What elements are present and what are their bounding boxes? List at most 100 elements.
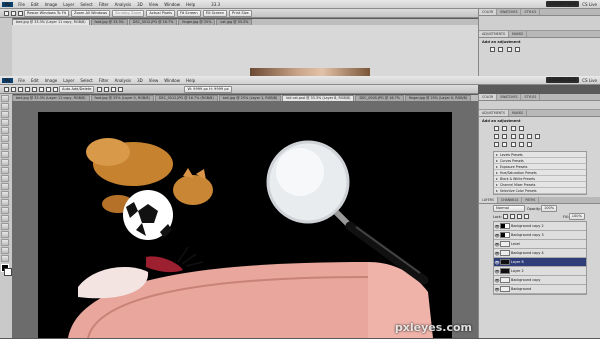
- layer-row[interactable]: 👁 Layer 2: [494, 267, 586, 276]
- exposure-icon-main[interactable]: [518, 126, 524, 131]
- blend-mode-select[interactable]: Normal: [493, 205, 525, 212]
- threshold-icon[interactable]: [510, 142, 516, 147]
- fill-field[interactable]: 100%: [568, 213, 585, 220]
- channels-tab[interactable]: CHANNELS: [498, 197, 523, 203]
- invert-icon[interactable]: [494, 142, 499, 147]
- channel-mixer-icon[interactable]: [535, 134, 541, 139]
- 3d-rotate-tool[interactable]: [1, 239, 9, 246]
- workspace-button-main[interactable]: ESSENTIALS: [546, 77, 580, 83]
- layer-row[interactable]: 👁 Background copy: [494, 276, 586, 285]
- black-white-icon[interactable]: [518, 134, 524, 139]
- menu-file-main[interactable]: File: [15, 78, 28, 83]
- adjustments-tab-main[interactable]: ADJUSTMENTS: [479, 110, 509, 116]
- lock-position-icon[interactable]: [516, 214, 522, 219]
- gradient-tool[interactable]: [1, 183, 9, 190]
- layer-row[interactable]: 👁 Background: [494, 285, 586, 294]
- print-size-button[interactable]: Print Size: [228, 9, 252, 17]
- actual-pixels-button[interactable]: Actual Pixels: [146, 9, 175, 17]
- menu-view-main[interactable]: View: [146, 78, 162, 83]
- healing-tool[interactable]: [1, 143, 9, 150]
- eyedropper-tool[interactable]: [1, 135, 9, 142]
- path-select-tool[interactable]: [1, 223, 9, 230]
- dimension-readout[interactable]: W: 9999 px H: 9999 px: [184, 85, 232, 93]
- layers-tab[interactable]: LAYERS: [479, 197, 498, 203]
- menu-filter[interactable]: Filter: [96, 2, 112, 7]
- menu-select[interactable]: Select: [77, 2, 95, 7]
- zoom-tool[interactable]: [1, 255, 9, 262]
- path-subtract-icon[interactable]: [104, 86, 110, 92]
- brightness-icon[interactable]: [490, 47, 495, 52]
- path-add-icon[interactable]: [97, 86, 103, 92]
- paths-icon[interactable]: [18, 86, 23, 92]
- layer-row[interactable]: 👁 Level: [494, 240, 586, 249]
- zoom-in-icon[interactable]: [11, 10, 16, 16]
- swatches-tab-main[interactable]: SWATCHES: [497, 94, 522, 100]
- menu-image[interactable]: Image: [42, 2, 61, 7]
- swatches-tab[interactable]: SWATCHES: [497, 9, 522, 15]
- shape-tool[interactable]: [1, 231, 9, 238]
- zoom-readout[interactable]: 33.3: [208, 2, 223, 7]
- menu-window-main[interactable]: Window: [161, 78, 183, 83]
- menu-3d-main[interactable]: 3D: [134, 78, 146, 83]
- menu-analysis-main[interactable]: Analysis: [112, 78, 134, 83]
- layer-row-selected[interactable]: 👁 Layer 8: [494, 258, 586, 267]
- menu-select-main[interactable]: Select: [77, 78, 95, 83]
- history-brush-tool[interactable]: [1, 167, 9, 174]
- menu-edit-main[interactable]: Edit: [28, 78, 42, 83]
- photo-filter-icon[interactable]: [527, 134, 533, 139]
- freeform-pen-icon[interactable]: [39, 86, 44, 92]
- menu-help-main[interactable]: Help: [183, 78, 198, 83]
- vibrance-icon[interactable]: [494, 134, 499, 139]
- path-exclude-icon[interactable]: [118, 86, 124, 92]
- quick-select-tool[interactable]: [1, 119, 9, 126]
- marquee-tool[interactable]: [1, 103, 9, 110]
- opacity-field[interactable]: 100%: [540, 205, 558, 212]
- zoom-out-icon[interactable]: [18, 10, 23, 16]
- menu-file[interactable]: File: [15, 2, 28, 7]
- menu-edit[interactable]: Edit: [28, 2, 42, 7]
- fill-pixels-icon[interactable]: [25, 86, 30, 92]
- selective-color-icon[interactable]: [527, 142, 533, 147]
- lasso-tool[interactable]: [1, 111, 9, 118]
- menu-3d[interactable]: 3D: [134, 2, 146, 7]
- type-tool[interactable]: [1, 215, 9, 222]
- document-canvas[interactable]: [38, 112, 452, 339]
- adjustments-tab[interactable]: ADJUSTMENTS: [479, 31, 509, 37]
- lock-all-icon[interactable]: [523, 214, 529, 219]
- posterize-icon[interactable]: [502, 142, 508, 147]
- menu-help[interactable]: Help: [183, 2, 198, 7]
- zoom-all-windows-checkbox[interactable]: Zoom All Windows: [70, 9, 111, 17]
- menu-layer[interactable]: Layer: [60, 2, 77, 7]
- lock-transparent-icon[interactable]: [502, 214, 508, 219]
- path-intersect-icon[interactable]: [111, 86, 117, 92]
- layer-row[interactable]: 👁 Background copy 3: [494, 231, 586, 240]
- layer-row[interactable]: 👁 Background copy 2: [494, 222, 586, 231]
- pen-icon[interactable]: [32, 86, 37, 92]
- fill-screen-button[interactable]: Fill Screen: [202, 9, 227, 17]
- curves-icon[interactable]: [506, 47, 512, 52]
- brush-tool[interactable]: [1, 151, 9, 158]
- masks-tab-main[interactable]: MASKS: [509, 110, 528, 116]
- shape-layers-icon[interactable]: [11, 86, 16, 92]
- pen-tool[interactable]: [1, 207, 9, 214]
- resize-windows-checkbox[interactable]: Resize Windows To Fit: [24, 9, 69, 17]
- styles-tab[interactable]: STYLES: [521, 9, 541, 15]
- menu-analysis[interactable]: Analysis: [112, 2, 134, 7]
- paths-tab[interactable]: PATHS: [522, 197, 540, 203]
- clone-stamp-tool[interactable]: [1, 159, 9, 166]
- color-balance-icon[interactable]: [510, 134, 516, 139]
- canvas-area[interactable]: pxleyes.com: [12, 101, 478, 339]
- blur-tool[interactable]: [1, 191, 9, 198]
- cs-live-button[interactable]: CS Live: [579, 2, 600, 7]
- auto-add-delete-checkbox[interactable]: Auto Add/Delete: [59, 85, 95, 93]
- ellipse-shape-icon[interactable]: [53, 86, 58, 92]
- menu-window[interactable]: Window: [161, 2, 183, 7]
- menu-layer-main[interactable]: Layer: [60, 78, 77, 83]
- levels-icon[interactable]: [498, 47, 504, 52]
- masks-tab[interactable]: MASKS: [509, 31, 528, 37]
- cs-live-button-main[interactable]: CS Live: [579, 78, 600, 83]
- move-tool[interactable]: [1, 95, 9, 102]
- menu-image-main[interactable]: Image: [42, 78, 61, 83]
- layer-row[interactable]: 👁 Background copy 4: [494, 249, 586, 258]
- rectangle-shape-icon[interactable]: [46, 86, 51, 92]
